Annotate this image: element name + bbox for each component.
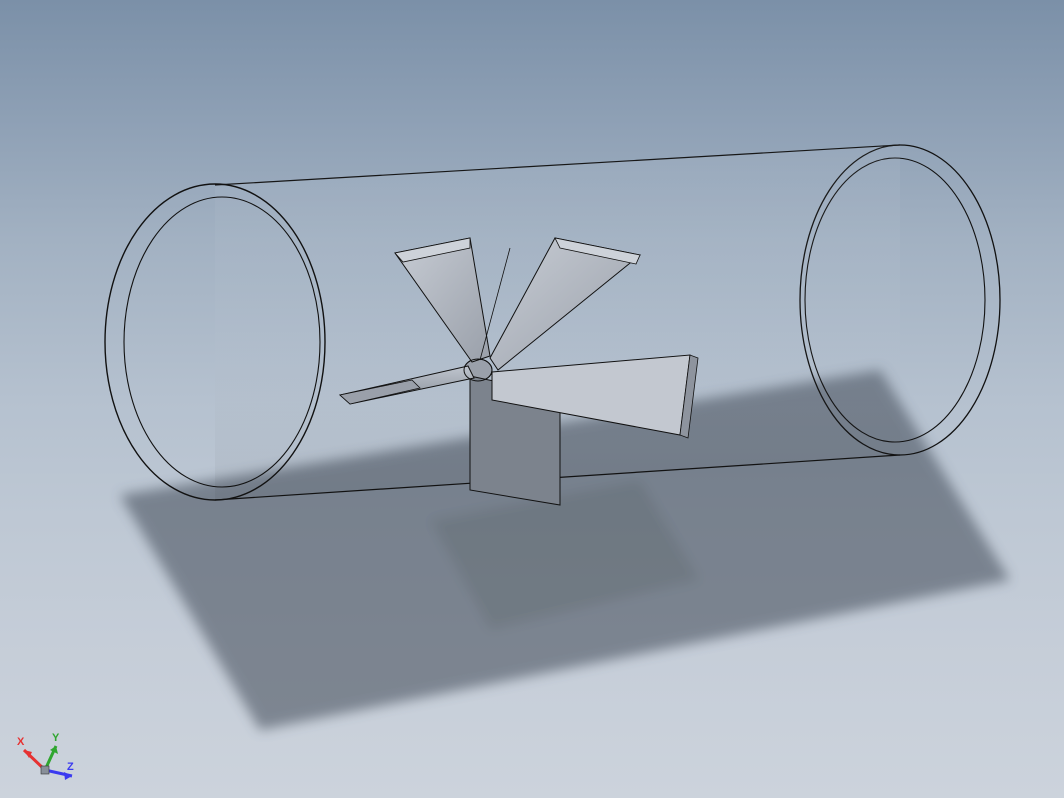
axis-z-label: Z: [67, 761, 74, 773]
view-orientation-triad[interactable]: X Y Z: [10, 728, 80, 788]
impeller: [340, 238, 698, 505]
impeller-blade: [395, 238, 490, 362]
impeller-blade: [470, 376, 560, 505]
tube-body-outline: [215, 145, 900, 500]
model-scene: [0, 0, 1064, 798]
axis-x-label: X: [17, 736, 25, 748]
impeller-blade: [492, 355, 690, 435]
tube-front-end: [105, 184, 325, 500]
impeller-blade: [490, 238, 640, 370]
triad-origin-icon: [41, 766, 49, 774]
impeller-blade: [340, 366, 474, 404]
axis-y-icon: Y: [45, 732, 60, 770]
axis-y-label: Y: [52, 732, 60, 744]
tube-rear-end: [800, 145, 1000, 455]
axis-x-icon: X: [17, 736, 45, 770]
cad-3d-viewport[interactable]: X Y Z: [0, 0, 1064, 798]
floor-shadow: [120, 370, 1010, 730]
